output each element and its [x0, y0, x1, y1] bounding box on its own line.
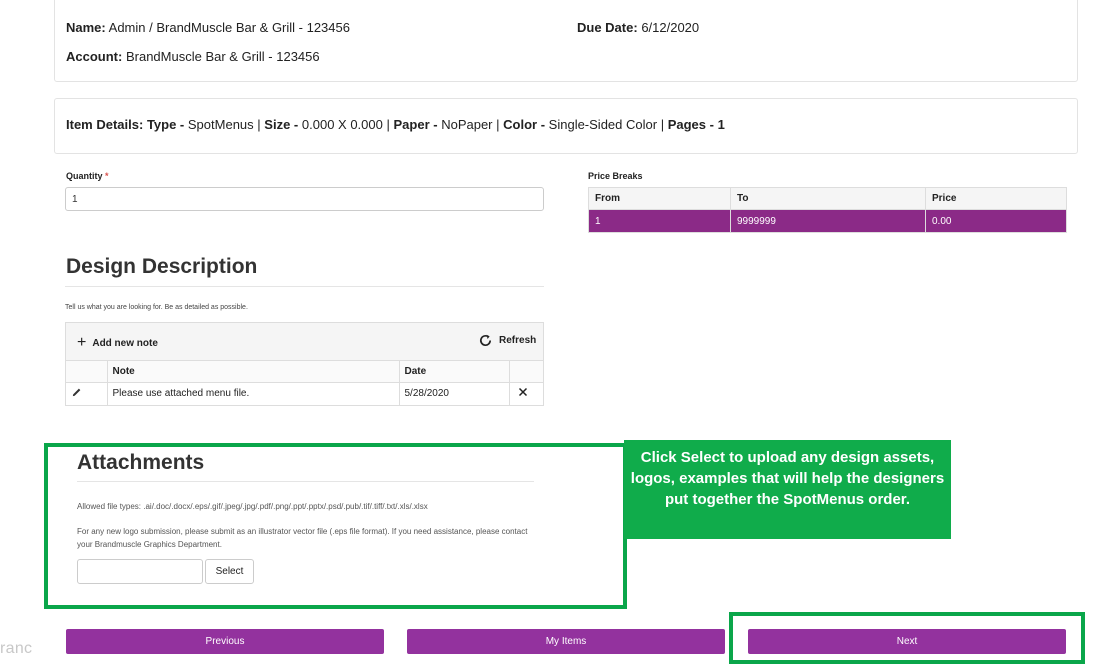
previous-button[interactable]: Previous	[66, 629, 384, 654]
from-cell: 1	[588, 209, 731, 233]
quantity-label: Quantity *	[66, 171, 109, 181]
separator: |	[496, 117, 500, 132]
item-details-label: Item Details:	[66, 117, 144, 132]
color-value: Single-Sided Color	[548, 117, 658, 132]
order-name: Name: Admin / BrandMuscle Bar & Grill - …	[66, 20, 350, 35]
add-note-button[interactable]: + Add new note	[77, 335, 158, 351]
size-label: Size -	[264, 117, 299, 132]
pages-value: 1	[717, 117, 725, 132]
design-description-hint: Tell us what you are looking for. Be as …	[65, 304, 248, 311]
separator: |	[660, 117, 665, 132]
separator: |	[386, 117, 390, 132]
quantity-label-text: Quantity	[66, 171, 103, 181]
date-cell: 5/28/2020	[399, 382, 510, 405]
paper-label: Paper -	[393, 117, 438, 132]
column-header-price: Price	[925, 187, 1067, 210]
table-row: Please use attached menu file. 5/28/2020	[66, 382, 543, 405]
my-items-button[interactable]: My Items	[407, 629, 725, 654]
notes-table: Note Date Please use attached menu file.…	[66, 361, 543, 405]
required-mark: *	[105, 171, 109, 181]
color-label: Color -	[503, 117, 546, 132]
notes-header-row: Note Date	[66, 361, 543, 383]
refresh-icon	[479, 334, 492, 347]
design-description-heading: Design Description	[66, 255, 258, 278]
instruction-callout: Click Select to upload any design assets…	[624, 440, 951, 539]
price-breaks-header-row: From To Price	[588, 187, 1067, 210]
note-cell: Please use attached menu file.	[107, 382, 400, 405]
brand-logo: ranc	[0, 640, 33, 657]
delete-note-button[interactable]	[509, 382, 543, 405]
edit-column-header	[66, 361, 108, 383]
column-header-note: Note	[107, 361, 400, 383]
price-breaks-table: From To Price 1 9999999 0.00	[588, 187, 1067, 233]
item-details-line: Item Details: Type - SpotMenus | Size - …	[66, 117, 725, 132]
account-label: Account:	[66, 49, 123, 64]
name-value: Admin / BrandMuscle Bar & Grill - 123456	[108, 20, 350, 35]
delete-column-header	[509, 361, 543, 383]
size-value: 0.000 X 0.000	[301, 117, 383, 132]
type-value: SpotMenus	[187, 117, 254, 132]
order-info-panel	[54, 0, 1078, 82]
attachments-highlight	[44, 443, 627, 609]
price-cell: 0.00	[925, 209, 1067, 233]
refresh-label: Refresh	[499, 335, 537, 346]
due-date-value: 6/12/2020	[641, 20, 700, 35]
account-value: BrandMuscle Bar & Grill - 123456	[125, 49, 320, 64]
column-header-from: From	[588, 187, 731, 210]
name-label: Name:	[66, 20, 106, 35]
type-label: Type -	[146, 117, 185, 132]
quantity-input[interactable]	[65, 187, 544, 211]
table-row: 1 9999999 0.00	[588, 209, 1067, 233]
to-cell: 9999999	[730, 209, 926, 233]
separator: |	[257, 117, 261, 132]
order-due-date: Due Date: 6/12/2020	[577, 20, 699, 35]
paper-value: NoPaper	[441, 117, 493, 132]
due-date-label: Due Date:	[577, 20, 638, 35]
edit-note-button[interactable]	[66, 382, 108, 405]
add-note-label: Add new note	[92, 337, 158, 349]
divider	[65, 286, 544, 287]
notes-grid-container: + Add new note Refresh Note Date Please …	[65, 322, 544, 406]
refresh-button[interactable]: Refresh	[478, 333, 536, 348]
pencil-icon	[72, 388, 81, 396]
plus-icon: +	[77, 334, 87, 351]
order-account: Account: BrandMuscle Bar & Grill - 12345…	[66, 49, 320, 64]
price-breaks-title: Price Breaks	[588, 171, 643, 181]
column-header-date: Date	[399, 361, 510, 383]
notes-toolbar: + Add new note Refresh	[66, 323, 543, 361]
next-button-highlight	[729, 612, 1085, 664]
pages-label: Pages -	[667, 117, 714, 132]
column-header-to: To	[730, 187, 926, 210]
close-icon	[518, 388, 527, 397]
